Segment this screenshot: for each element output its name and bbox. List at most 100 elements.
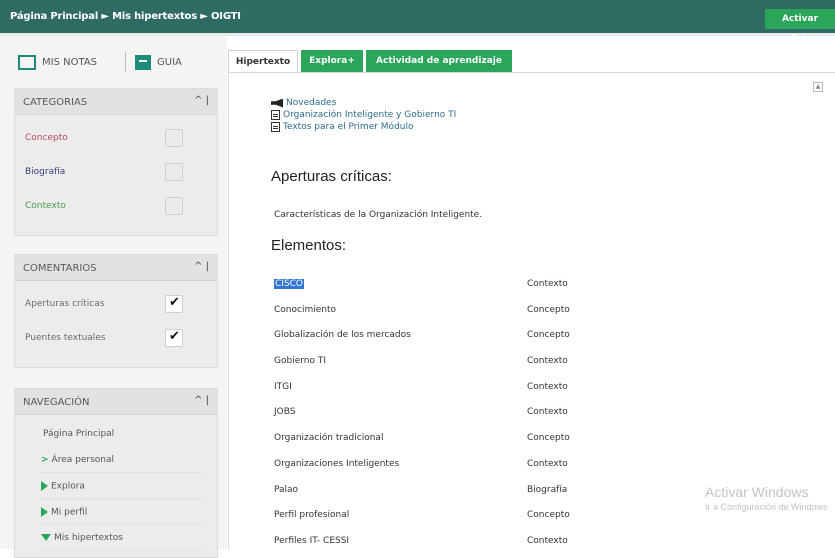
categories-header: CATEGORIAS ^ | xyxy=(15,89,217,115)
tab-hipertexto[interactable]: Hipertexto xyxy=(228,50,298,72)
tab-explora[interactable]: Explora+ xyxy=(301,50,363,72)
element-category: Concepto xyxy=(527,433,570,444)
table-row: Palao Biografía xyxy=(274,478,604,504)
announcement-icon xyxy=(271,98,283,108)
comments-collapse-control[interactable]: ^ | xyxy=(194,261,209,272)
table-row: Gobierno TI Contexto xyxy=(274,349,604,375)
table-row: Perfiles IT- CESSI Contexto xyxy=(274,529,604,555)
scroll-up-icon[interactable]: ▲ xyxy=(813,82,823,92)
watermark-line-2: Ir a Configuración de Windows xyxy=(705,502,828,512)
aperturas-text: Características de la Organización Intel… xyxy=(274,210,483,220)
elementos-heading: Elementos: xyxy=(271,237,347,254)
nav-item-label: Página Principal xyxy=(43,429,115,439)
quick-links-divider xyxy=(125,52,126,72)
comment-row-aperturas: Aperturas críticas xyxy=(15,287,217,321)
notes-icon xyxy=(18,54,36,70)
link-first-module-texts[interactable]: Textos para el Primer Módulo xyxy=(271,121,456,133)
navigation-title: NAVEGACIÓN xyxy=(23,397,90,408)
link-label: Novedades xyxy=(286,98,337,108)
element-link[interactable]: Conocimiento xyxy=(274,305,336,315)
link-news[interactable]: Novedades xyxy=(271,97,456,109)
content-tabs: Hipertexto Explora+ Actividad de aprendi… xyxy=(228,48,835,72)
quick-links: MIS NOTAS GUIA xyxy=(18,50,218,76)
link-label: Textos para el Primer Módulo xyxy=(283,122,414,132)
comments-header: COMENTARIOS ^ | xyxy=(15,255,217,281)
table-row: Globalización de los mercados Concepto xyxy=(274,323,604,349)
nav-item-personal-area[interactable]: > Área personal xyxy=(41,447,203,473)
categories-collapse-control[interactable]: ^ | xyxy=(194,95,209,106)
table-row: Organizaciones Inteligentes Contexto xyxy=(274,452,604,478)
navigation-collapse-control[interactable]: ^ | xyxy=(194,395,209,406)
nav-item-profile[interactable]: Mi perfil xyxy=(41,499,203,525)
link-label: Organización Inteligente y Gobierno TI xyxy=(283,110,457,120)
guide-label: GUIA xyxy=(157,56,182,68)
element-link[interactable]: ITGI xyxy=(274,382,292,392)
comments-title: COMENTARIOS xyxy=(23,263,97,274)
category-label: Contexto xyxy=(25,201,66,211)
comment-checkbox-aperturas[interactable] xyxy=(165,295,183,313)
element-category: Contexto xyxy=(527,381,568,392)
element-link[interactable]: Organizaciones Inteligentes xyxy=(274,459,399,469)
element-category: Contexto xyxy=(527,535,568,546)
nav-item-my-hypertexts[interactable]: Mis hipertextos xyxy=(41,525,203,551)
resource-links: Novedades Organización Inteligente y Gob… xyxy=(271,97,456,133)
element-category: Biografía xyxy=(527,484,568,495)
link-intelligent-org[interactable]: Organización Inteligente y Gobierno TI xyxy=(271,109,456,121)
guide-book-icon xyxy=(135,54,151,70)
comment-row-puentes: Puentes textuales xyxy=(15,321,217,355)
nav-item-label: Explora xyxy=(51,481,85,492)
guide-link[interactable]: GUIA xyxy=(135,50,182,74)
nav-item-home[interactable]: Página Principal xyxy=(43,421,203,447)
nav-item-label: Mi perfil xyxy=(51,507,88,518)
category-row-biografia: Biografía xyxy=(15,155,217,189)
table-row: Perfil profesional Concepto xyxy=(274,503,604,529)
comment-checkbox-puentes[interactable] xyxy=(165,329,183,347)
element-link[interactable]: CISCO xyxy=(274,279,305,289)
element-category: Contexto xyxy=(527,279,568,289)
category-label: Biografía xyxy=(25,167,66,177)
breadcrumb[interactable]: Página Principal ► Mis hipertextos ► OIG… xyxy=(10,11,241,22)
category-checkbox-concepto[interactable] xyxy=(165,129,183,147)
watermark-line-1: Activar Windows xyxy=(705,484,809,500)
category-label: Concepto xyxy=(25,133,68,143)
nav-item-label: Área personal xyxy=(51,455,114,465)
element-link[interactable]: Palao xyxy=(274,485,298,495)
sidebar: MIS NOTAS GUIA CATEGORIAS ^ | Concepto B… xyxy=(0,36,227,558)
top-bar: Página Principal ► Mis hipertextos ► OIG… xyxy=(0,0,835,44)
table-row: ITGI Contexto xyxy=(274,375,604,401)
chevron-right-icon: > xyxy=(41,455,49,465)
elements-table: CISCO Contexto Conocimiento Concepto Globa… xyxy=(274,272,604,555)
table-row: Organización tradicional Concepto xyxy=(274,426,604,452)
category-row-concepto: Concepto xyxy=(15,121,217,155)
element-category: Contexto xyxy=(527,356,568,367)
tab-learning-activity[interactable]: Actividad de aprendizaje xyxy=(366,50,512,72)
element-link[interactable]: Perfil profesional xyxy=(274,510,349,520)
element-category: Concepto xyxy=(527,510,570,521)
my-notes-label: MIS NOTAS xyxy=(42,56,97,68)
element-link[interactable]: Perfiles IT- CESSI xyxy=(274,536,349,546)
element-link[interactable]: Globalización de los mercados xyxy=(274,330,411,340)
triangle-right-icon xyxy=(41,481,48,491)
element-category: Contexto xyxy=(527,407,568,418)
category-checkbox-biografia[interactable] xyxy=(165,163,183,181)
element-category: Concepto xyxy=(527,304,570,315)
navigation-header: NAVEGACIÓN ^ | xyxy=(15,389,217,415)
element-link[interactable]: Gobierno TI xyxy=(274,356,326,366)
element-link[interactable]: JOBS xyxy=(274,407,295,417)
element-category: Concepto xyxy=(527,330,570,341)
element-category: Contexto xyxy=(527,458,568,469)
navigation-block: NAVEGACIÓN ^ | Página Principal > Área pe… xyxy=(14,388,218,558)
activate-edit-button[interactable]: Activar edición xyxy=(765,9,835,44)
nav-item-explora[interactable]: Explora xyxy=(41,473,203,499)
document-icon xyxy=(271,122,280,132)
comment-label: Aperturas críticas xyxy=(25,299,105,309)
category-checkbox-contexto[interactable] xyxy=(165,197,183,215)
table-row: JOBS Contexto xyxy=(274,400,604,426)
element-link[interactable]: Organización tradicional xyxy=(274,433,383,443)
category-row-contexto: Contexto xyxy=(15,189,217,223)
my-notes-link[interactable]: MIS NOTAS xyxy=(18,50,97,74)
nav-item-label: Mis hipertextos xyxy=(54,533,123,543)
aperturas-heading: Aperturas críticas: xyxy=(271,168,392,185)
comments-block: COMENTARIOS ^ | Aperturas críticas Puent… xyxy=(14,254,218,368)
document-icon xyxy=(271,110,280,120)
